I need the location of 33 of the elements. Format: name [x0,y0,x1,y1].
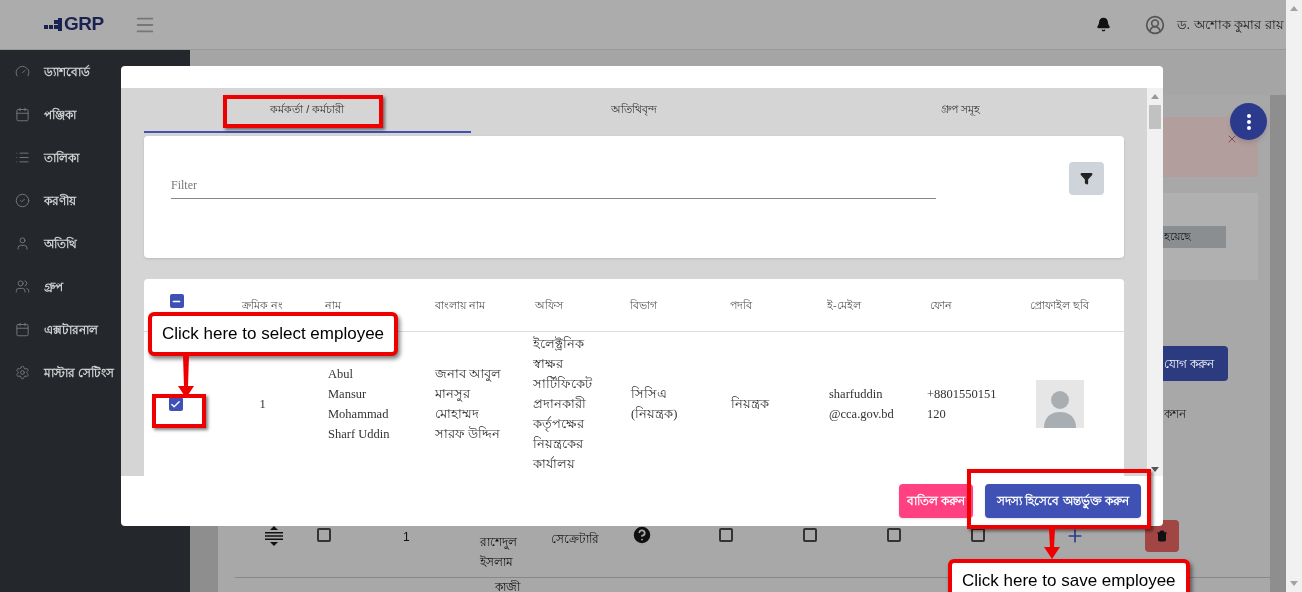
column-header: ই-মেইল [826,297,863,313]
sidebar-item[interactable]: অতিথি [0,222,190,265]
column-header: কশন [1164,406,1188,423]
callout-bubble: Click here to save employee [948,559,1190,592]
table-cell-text: ইলেক্ট্রনিক স্বাক্ষর সার্টিফিকেট প্রদানকারী কর্তৃপক্ষের নিয়ন্ত্রকের কার্যালয় [533,335,593,473]
save-button[interactable]: সদস্য হিসেবে অন্তর্ভুক্ত করুন [985,484,1141,518]
column-header: প্রোফাইল ছবি [1029,297,1091,313]
member-role: সেক্রেটারি [550,531,599,548]
table-cell-text: sharfuddin @cca.gov.bd [829,386,895,423]
tab[interactable]: গ্রুপ সমূহ [797,88,1124,133]
column-header: বিভাগ [629,297,659,313]
sidebar-item[interactable]: গ্রুপ [0,265,190,308]
table-cell-text: Abul Mansur Mohammad Sharf Uddin [328,366,391,443]
member-name: রাশেদুল ইসলাম [479,534,517,571]
column-header: পদবি [729,297,753,313]
column-header: ফোন [929,297,953,313]
column-header: বাংলায় নাম [434,297,487,313]
tab[interactable]: অতিথিবৃন্দ [470,88,798,133]
table-cell-text: 1 [258,395,267,413]
callout-bubble: Click here to select employee [148,312,399,356]
column-header: ক্রমিক নং [240,297,285,313]
logo[interactable]: GRP [44,10,104,39]
column-header: অফিস [534,297,565,313]
member-name: কাজী [495,580,520,592]
table-cell-text: জনাব আবুল মানসুর মোহাম্মদ সারফ উদ্দিন [435,366,503,443]
table-cell-text: সিসিএ (নিয়ন্ত্রক) [631,385,679,423]
tab[interactable]: কর্মকর্তা / কর্মচারী [144,88,471,133]
serial-number: 1 [403,529,410,546]
table-cell-text: নিয়ন্ত্রক [731,395,770,413]
table-cell-text: +8801550151 120 [927,386,998,423]
user-name[interactable]: ড. অশোক কুমার রায় [1176,14,1284,35]
filter-field[interactable]: Filter [171,173,936,199]
column-header: নাম [324,297,342,313]
